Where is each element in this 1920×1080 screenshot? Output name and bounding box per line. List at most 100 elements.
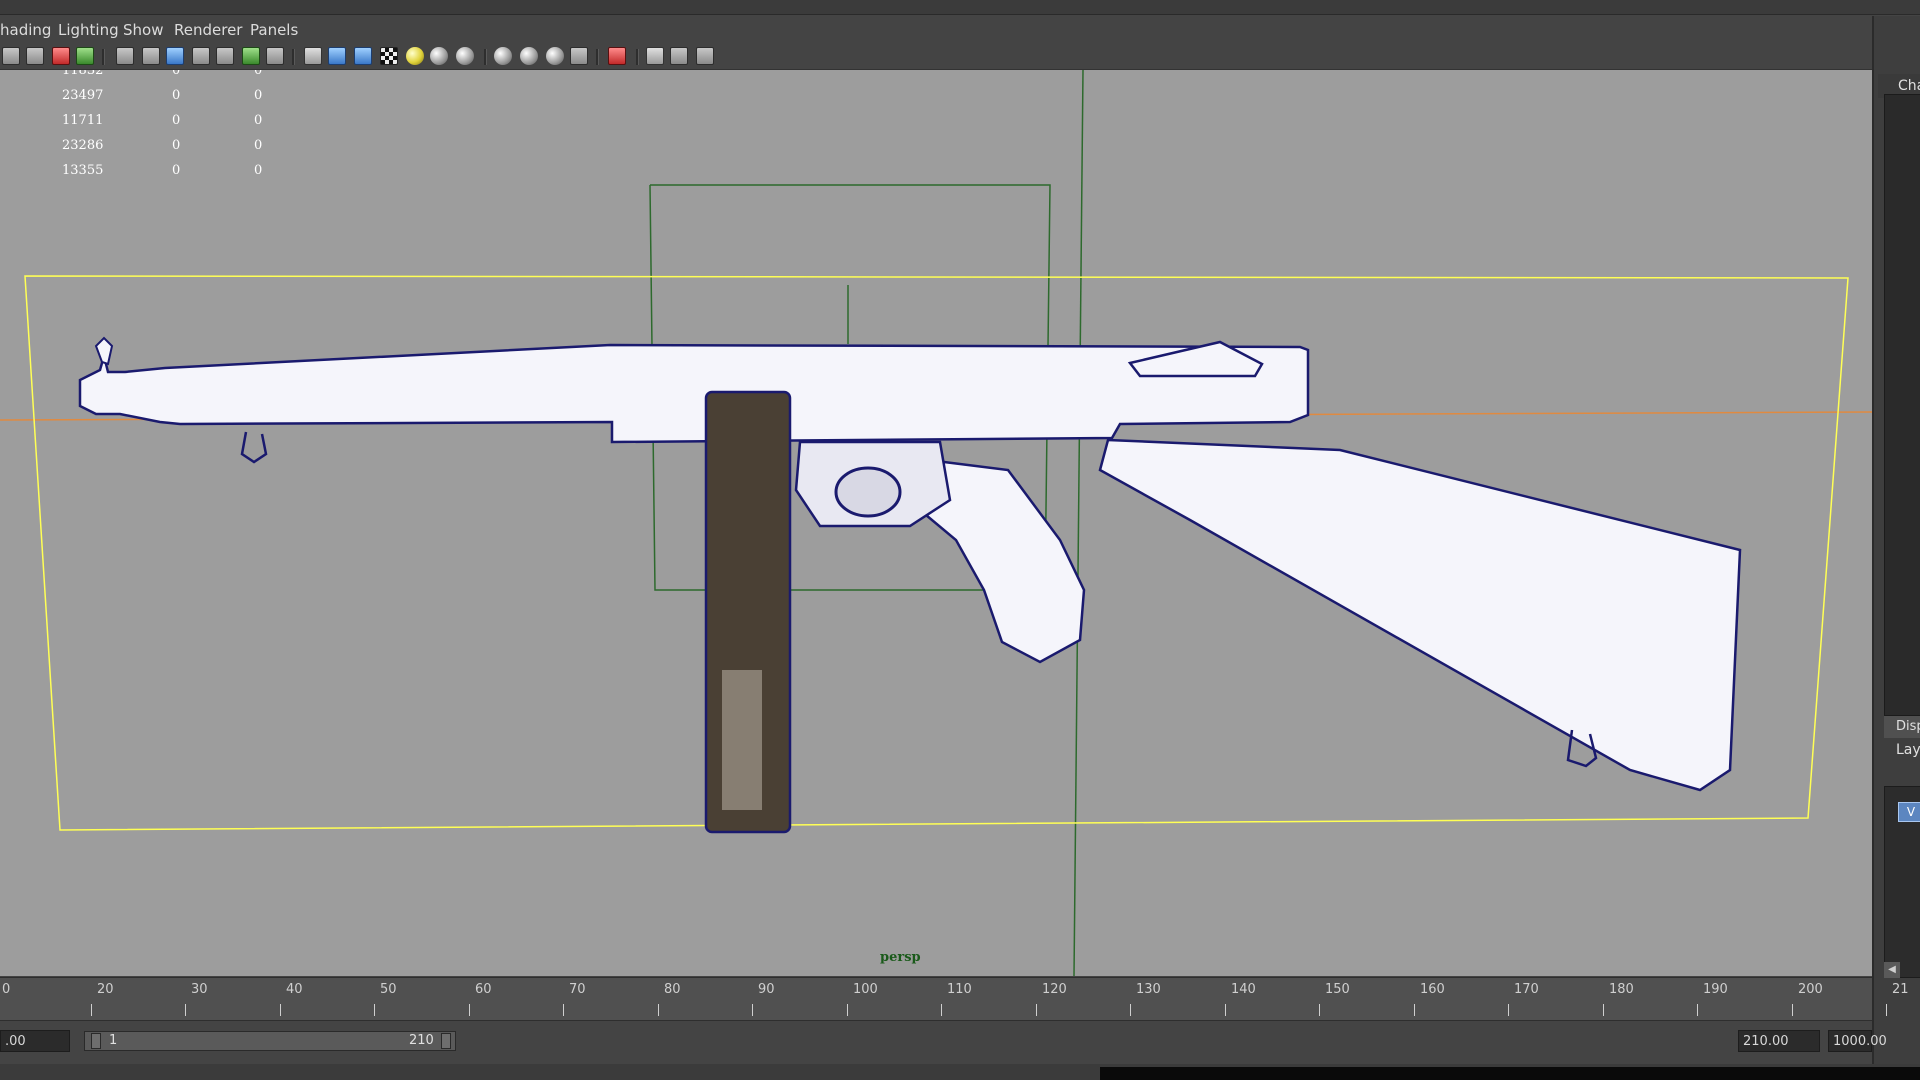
frame-selection-icon[interactable]	[670, 47, 688, 65]
safe-action-icon[interactable]	[242, 47, 260, 65]
field-chart-icon[interactable]	[216, 47, 234, 65]
toolbar-separator	[636, 49, 639, 65]
display-layer-tab-label: Disp	[1896, 719, 1920, 734]
bookmark-icon[interactable]	[26, 47, 44, 65]
toolbar-separator	[596, 49, 599, 65]
grid-axis-z	[1073, 70, 1084, 976]
time-tick-label: 60	[475, 982, 492, 997]
layers-menu[interactable]: Lay	[1896, 742, 1920, 758]
grid-icon[interactable]	[116, 47, 134, 65]
time-tick-mark	[1319, 1004, 1320, 1016]
time-tick-label: 50	[380, 982, 397, 997]
hud-value: 0	[254, 88, 263, 103]
camera-attributes-icon[interactable]	[2, 47, 20, 65]
panel-toolbar	[0, 43, 1872, 70]
xray-joints-icon[interactable]	[570, 47, 588, 65]
time-tick-mark	[563, 1004, 564, 1016]
panel-menubar: hading Lighting Show Renderer Panels	[0, 16, 1872, 44]
time-slider[interactable]: 0 20 30 40 50 60 70 80 90 100 110 120 130 140 150 160 17…	[0, 977, 1909, 1020]
select-camera-icon[interactable]	[608, 47, 626, 65]
resolution-gate-icon[interactable]	[166, 47, 184, 65]
time-tick-label: 20	[97, 982, 114, 997]
screen-space-ao-icon[interactable]	[456, 47, 474, 65]
hud-value: 0	[172, 70, 181, 78]
time-tick-mark	[280, 1004, 281, 1016]
use-all-lights-icon[interactable]	[406, 47, 424, 65]
hud-value: 0	[254, 163, 263, 178]
time-tick-label: 140	[1231, 982, 1256, 997]
time-tick-mark	[91, 1004, 92, 1016]
range-start-label: 1	[109, 1033, 118, 1048]
menu-lighting[interactable]: Lighting	[58, 21, 119, 39]
time-tick-label: 120	[1042, 982, 1067, 997]
time-tick-mark	[658, 1004, 659, 1016]
default-quality-icon[interactable]	[646, 47, 664, 65]
menu-panels[interactable]: Panels	[250, 21, 298, 39]
hud-value: 0	[254, 138, 263, 153]
time-tick-label: 21	[1892, 982, 1909, 997]
hud-value: 0	[172, 163, 181, 178]
safe-title-icon[interactable]	[266, 47, 284, 65]
display-layer-tab[interactable]: Disp	[1884, 716, 1920, 738]
two-d-pan-zoom-icon[interactable]	[76, 47, 94, 65]
isolate-select-icon[interactable]	[494, 47, 512, 65]
hud-value: 0	[254, 113, 263, 128]
wireframe-on-shaded-icon[interactable]	[354, 47, 372, 65]
hud-value: 0	[254, 70, 263, 78]
range-end-handle[interactable]	[441, 1033, 451, 1049]
camera-name-label: persp	[880, 950, 921, 965]
image-plane-icon[interactable]	[52, 47, 70, 65]
smooth-shade-icon[interactable]	[328, 47, 346, 65]
weapon-trigger-loop	[834, 466, 902, 518]
time-tick-label: 70	[569, 982, 586, 997]
menu-show[interactable]: Show	[123, 21, 163, 39]
hud-value: 11711	[62, 113, 104, 128]
channel-box-area[interactable]	[1884, 94, 1920, 716]
start-time-field[interactable]: .00	[0, 1030, 70, 1052]
menu-shading[interactable]: hading	[0, 21, 51, 39]
menu-renderer[interactable]: Renderer	[174, 21, 242, 39]
wireframe-icon[interactable]	[304, 47, 322, 65]
time-tick-mark	[941, 1004, 942, 1016]
time-tick-label: 0	[2, 982, 11, 997]
textured-icon[interactable]	[380, 47, 398, 65]
film-gate-icon[interactable]	[142, 47, 160, 65]
hud-value: 0	[172, 113, 181, 128]
time-tick-label: 200	[1798, 982, 1823, 997]
weapon-front-swivel	[240, 431, 268, 464]
max-time-field[interactable]: 1000.00	[1828, 1030, 1887, 1052]
scroll-left-arrow-icon[interactable]: ◀	[1884, 962, 1900, 978]
range-slider[interactable]: 1 210	[84, 1031, 456, 1051]
shadows-icon[interactable]	[430, 47, 448, 65]
gate-mask-icon[interactable]	[192, 47, 210, 65]
perspective-viewport[interactable]: 11832 0 0 23497 0 0 11711 0 0 23286 0 0 …	[0, 70, 1872, 976]
range-slider-bar: .00 1 210 210.00 1000.00	[0, 1020, 1887, 1063]
toolbar-separator	[102, 49, 105, 65]
time-tick-label: 110	[947, 982, 972, 997]
toolbar-separator	[484, 49, 487, 65]
weapon-model[interactable]	[78, 336, 1742, 834]
time-tick-mark	[1792, 1004, 1793, 1016]
time-tick-mark	[469, 1004, 470, 1016]
time-tick-mark	[374, 1004, 375, 1016]
time-tick-label: 150	[1325, 982, 1350, 997]
range-start-handle[interactable]	[91, 1033, 101, 1049]
hud-value: 0	[172, 138, 181, 153]
scene-canvas	[0, 70, 1872, 976]
time-tick-label: 160	[1420, 982, 1445, 997]
xray-active-components-icon[interactable]	[546, 47, 564, 65]
weapon-magazine-highlight	[722, 670, 762, 810]
time-tick-label: 190	[1703, 982, 1728, 997]
layer-visibility-toggle[interactable]: V	[1898, 802, 1920, 822]
weapon-front-sight	[94, 336, 114, 366]
time-tick-label: 80	[664, 982, 681, 997]
share-network-icon[interactable]	[696, 47, 714, 65]
title-strip	[0, 0, 1920, 15]
time-tick-mark	[1697, 1004, 1698, 1016]
xray-icon[interactable]	[520, 47, 538, 65]
time-tick-label: 30	[191, 982, 208, 997]
time-tick-mark	[1886, 1004, 1887, 1016]
hud-value: 23497	[62, 88, 104, 103]
weapon-stock-mesh	[1098, 438, 1742, 792]
end-time-field[interactable]: 210.00	[1738, 1030, 1820, 1052]
